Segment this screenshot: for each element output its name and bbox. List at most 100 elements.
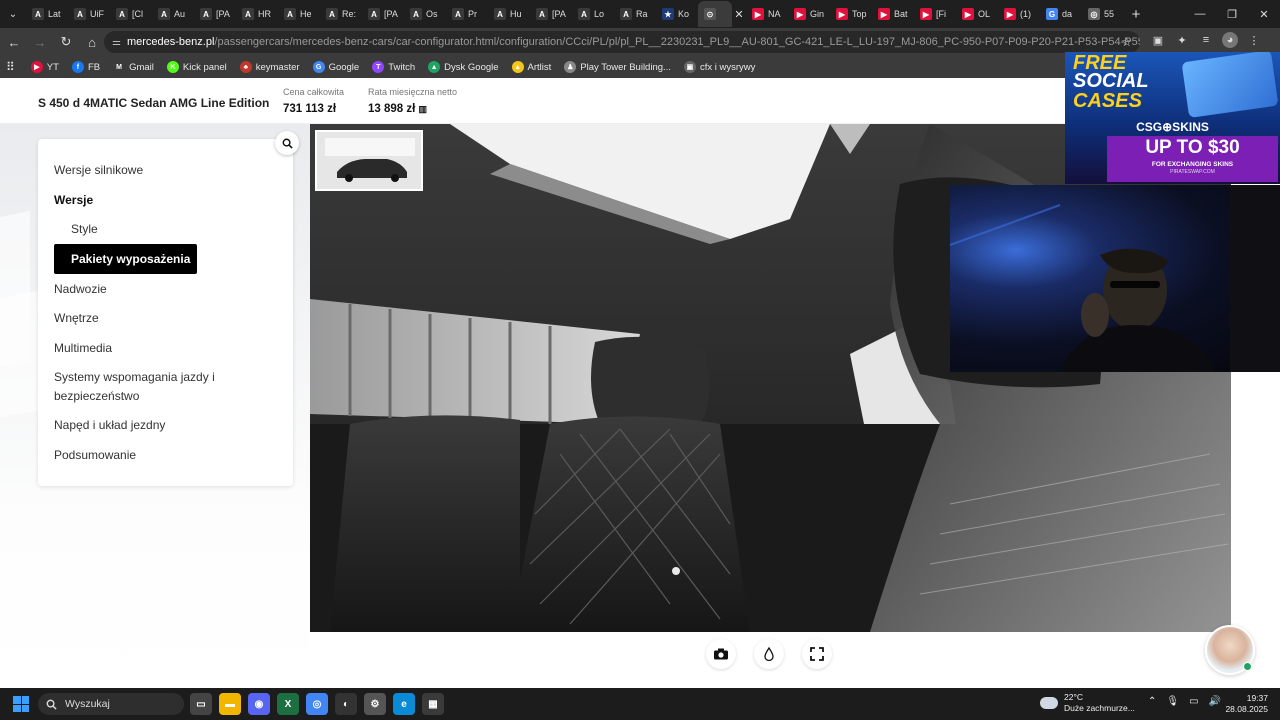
tab-11[interactable]: A Hu (488, 1, 530, 27)
microphone-icon[interactable]: 🎙 (1166, 696, 1179, 707)
fullscreen-icon[interactable] (802, 639, 832, 669)
edge-icon[interactable]: e (393, 693, 415, 715)
weather-widget[interactable]: 22°C Duże zachmurze... (1040, 692, 1135, 714)
tab-6[interactable]: A He (278, 1, 320, 27)
tab-b-5[interactable]: ▶ OL (956, 1, 998, 27)
tab-label: [Fi (936, 9, 946, 19)
puzzle-icon[interactable]: ✦ (1174, 32, 1190, 48)
calculator-icon[interactable]: ▥ (419, 104, 428, 114)
tab-14[interactable]: A Ra (614, 1, 656, 27)
case-crate-icon (1181, 52, 1279, 118)
tab-13[interactable]: A Lo (572, 1, 614, 27)
chevron-up-icon[interactable]: ⌃ (1148, 696, 1156, 707)
tab-15[interactable]: ★ Ko (656, 1, 698, 27)
file-explorer-icon[interactable]: ▬ (219, 693, 241, 715)
bookmark-0[interactable]: ▶ YT (30, 61, 59, 73)
bookmark-icon: ▣ (683, 61, 696, 73)
nav-item-0[interactable]: Wersje silnikowe (38, 161, 293, 191)
tab-4[interactable]: A [PA (194, 1, 236, 27)
bookmark-5[interactable]: G Google (312, 61, 359, 73)
nav-item-3[interactable]: Pakiety wyposażenia (54, 243, 197, 274)
forward-icon[interactable]: → (28, 30, 52, 54)
tab-search-icon[interactable]: ⌄ (0, 0, 26, 28)
windows-start-icon[interactable] (13, 696, 29, 712)
tab-12[interactable]: A [PA (530, 1, 572, 27)
extension-icon[interactable]: ▣ (1150, 32, 1166, 48)
tab-7[interactable]: A Re: (320, 1, 362, 27)
close-window-icon[interactable]: ✕ (1248, 0, 1280, 28)
tab-9[interactable]: A Os (404, 1, 446, 27)
bookmark-2[interactable]: M Gmail (113, 61, 154, 73)
bookmark-3[interactable]: K Kick panel (166, 61, 227, 73)
tab-favicon-icon: A (158, 8, 170, 20)
tab-5[interactable]: A HR (236, 1, 278, 27)
settings-icon[interactable]: ⚙ (364, 693, 386, 715)
tab-label: Au (174, 9, 186, 19)
back-icon[interactable]: ← (2, 30, 26, 54)
bookmark-7[interactable]: ▲ Dysk Google (428, 61, 499, 73)
discord-icon[interactable]: ◉ (248, 693, 270, 715)
tab-b-0[interactable]: ▶ NA (746, 1, 788, 27)
apps-icon[interactable]: ⠿ (6, 60, 15, 74)
nav-item-6[interactable]: Multimedia (38, 339, 293, 369)
menu-icon[interactable]: ⋮ (1246, 32, 1262, 48)
reload-icon[interactable]: ↻ (54, 30, 78, 54)
bookmark-label: cfx i wysrywy (699, 61, 756, 73)
taskbar-search[interactable]: Wyszukaj (38, 693, 184, 715)
tab-b-7[interactable]: Gda (1040, 1, 1082, 27)
nav-item-5[interactable]: Wnętrze (38, 309, 293, 339)
calculator-icon[interactable]: ▦ (422, 693, 444, 715)
bookmark-1[interactable]: f FB (71, 61, 100, 73)
bookmark-label: Kick panel (182, 61, 227, 73)
tab-label: He (300, 9, 312, 19)
tab-b-2[interactable]: ▶ Top (830, 1, 872, 27)
exterior-thumbnail[interactable] (315, 130, 423, 191)
search-icon[interactable] (275, 131, 299, 155)
profile-avatar[interactable]: ◕ (1222, 32, 1238, 48)
tab-label: Os (426, 9, 438, 19)
bookmark-6[interactable]: T Twitch (372, 61, 415, 73)
nav-item-7[interactable]: Systemy wspomagania jazdy i bezpieczeńst… (38, 368, 293, 416)
bookmark-10[interactable]: ▣ cfx i wysrywy (683, 61, 756, 73)
nav-item-4[interactable]: Nadwozie (38, 280, 293, 310)
obs-icon[interactable]: ◐ (335, 693, 357, 715)
chat-assistant-avatar[interactable] (1205, 625, 1255, 675)
tab-0[interactable]: A Lat (26, 1, 68, 27)
address-bar[interactable]: ⚌ mercedes-benz.pl/passengercars/mercede… (104, 31, 1140, 53)
tab-8[interactable]: A [PA (362, 1, 404, 27)
nav-item-1[interactable]: Wersje (38, 191, 293, 221)
nav-item-8[interactable]: Napęd i układ jezdny (38, 416, 293, 446)
camera-icon[interactable] (706, 639, 736, 669)
bookmark-star-icon[interactable]: ☆ (1121, 35, 1132, 49)
network-icon[interactable]: ▭ (1189, 696, 1198, 707)
tab-b-6[interactable]: ▶ (1) (998, 1, 1040, 27)
tab-b-1[interactable]: ▶ Gin (788, 1, 830, 27)
monthly-rate[interactable]: Rata miesięczna netto 13 898 zł ▥ (368, 87, 457, 115)
home-icon[interactable]: ⌂ (80, 30, 104, 54)
lighting-drop-icon[interactable] (754, 639, 784, 669)
system-clock[interactable]: 19:37 28.08.2025 (1225, 693, 1268, 715)
close-tab-icon[interactable]: ✕ (732, 8, 746, 21)
tab-b-3[interactable]: ▶ Bat (872, 1, 914, 27)
bookmark-8[interactable]: ▲ Artlist (511, 61, 551, 73)
tab-3[interactable]: A Au (152, 1, 194, 27)
volume-icon[interactable]: 🔊 (1209, 696, 1221, 707)
bookmark-9[interactable]: ♟ Play Tower Building... (564, 61, 671, 73)
minimize-icon[interactable]: — (1184, 0, 1216, 28)
tab-active[interactable]: ⊙ (698, 1, 732, 27)
tab-2[interactable]: A [Cl (110, 1, 152, 27)
chrome-icon[interactable]: ◎ (306, 693, 328, 715)
tab-b-8[interactable]: ◎ 55 (1082, 1, 1124, 27)
media-icon[interactable]: ≡ (1198, 32, 1214, 48)
site-info-icon[interactable]: ⚌ (112, 37, 121, 48)
bookmark-4[interactable]: ♣ keymaster (239, 61, 300, 73)
tab-b-4[interactable]: ▶ [Fi (914, 1, 956, 27)
nav-item-9[interactable]: Podsumowanie (38, 446, 293, 476)
restore-icon[interactable]: ❐ (1216, 0, 1248, 28)
tab-1[interactable]: A UiF (68, 1, 110, 27)
tab-10[interactable]: A Pr (446, 1, 488, 27)
task-view-icon[interactable]: ▭ (190, 693, 212, 715)
tab-label: Gin (810, 9, 825, 19)
new-tab-button[interactable]: + (1124, 6, 1148, 23)
excel-icon[interactable]: X (277, 693, 299, 715)
